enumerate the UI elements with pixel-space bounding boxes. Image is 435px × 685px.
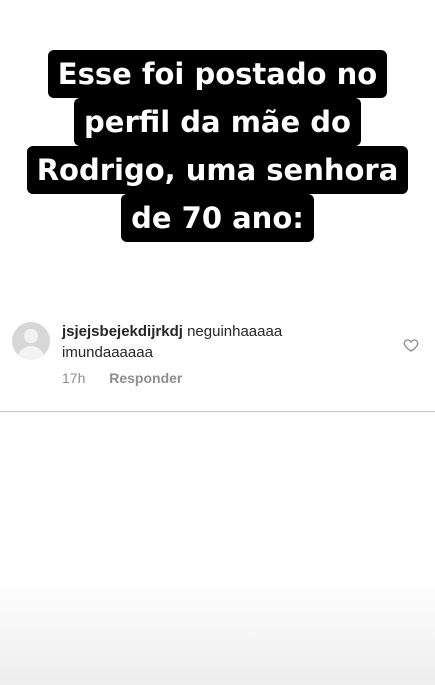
reply-button[interactable]: Responder	[109, 370, 182, 386]
caption-line-4: de 70 ano:	[121, 194, 314, 242]
caption-line-1: Esse foi postado no	[47, 50, 388, 98]
story-caption: Esse foi postado no perfil da mãe do Rod…	[0, 50, 435, 242]
bottom-fade	[0, 575, 435, 685]
heart-icon[interactable]	[403, 337, 419, 353]
avatar-head	[24, 329, 38, 343]
caption-line-3: Rodrigo, uma senhora	[26, 146, 409, 194]
comment-time: 17h	[62, 370, 86, 386]
caption-line-2: perfil da mãe do	[74, 98, 361, 146]
comment-body: jsjejsbejekdijrkdj neguinhaaaaa imundaaa…	[62, 321, 362, 363]
comment-item: jsjejsbejekdijrkdj neguinhaaaaa imundaaa…	[0, 319, 435, 411]
comment-divider	[0, 411, 435, 412]
avatar-body	[17, 346, 45, 360]
story-screen: Esse foi postado no perfil da mãe do Rod…	[0, 0, 435, 685]
default-avatar-icon[interactable]	[12, 322, 50, 360]
comment-username[interactable]: jsjejsbejekdijrkdj	[62, 323, 183, 340]
comment-meta: 17h Responder	[62, 370, 182, 386]
